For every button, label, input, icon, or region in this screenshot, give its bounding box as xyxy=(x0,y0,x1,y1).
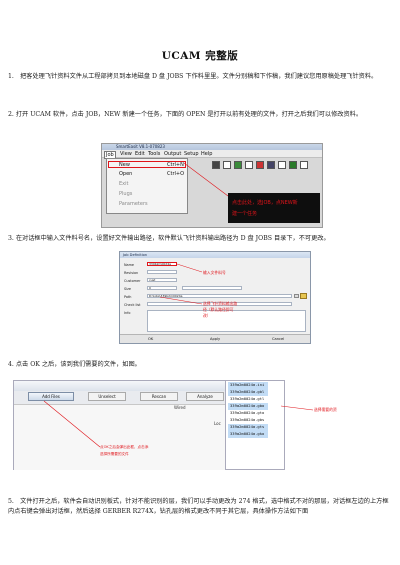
annotation-right: 选择需要的资 xyxy=(314,407,337,412)
annotation-arrow-right xyxy=(280,405,314,411)
paragraph-4: 4. 点击 OK 之后，该到我们需要的文件，如图。 xyxy=(8,361,141,368)
cancel-button[interactable]: Cancel xyxy=(272,337,284,341)
apply-button[interactable]: Apply xyxy=(210,337,220,341)
paragraph-3: 3. 在对话框中输入文件料号名，设置好文件输出路径，软件默认飞针资料输出路径为 … xyxy=(8,235,330,242)
annotation-name: 输入文件料号 xyxy=(203,270,226,275)
dialog-button-bar: OK Apply Cancel xyxy=(120,334,310,343)
annotation-path-line-3: 改） xyxy=(203,313,211,318)
annotation-box: 点击此处，选JOB，点NEW新 建一个任务 xyxy=(228,193,320,223)
annotation-line-2: 建一个任务 xyxy=(232,211,258,217)
paragraph-1: 1. 把客处理飞针资料文件从工程部拷贝到本地磁盘 D 盘 JOBS 下作料里里。… xyxy=(8,73,378,80)
screenshot-job-menu: SmartEasit V8.1-070823 Job View Edit Too… xyxy=(101,143,323,228)
annotation-line-1: 点击此处，选JOB，点NEW新 xyxy=(232,200,298,206)
ok-button[interactable]: OK xyxy=(148,337,153,341)
paragraph-5: 5. 文件打开之后，软件会自动识别板式，针对不能识别的层，我们可以手动更改为 2… xyxy=(8,498,389,515)
document-title: UCAM 完整版 xyxy=(161,50,239,62)
screenshot-add-files: Add Files Unselect Rescan Analyze Wired … xyxy=(13,380,390,470)
paragraph-2: 2. 打开 UCAM 软件，点击 JOB，NEW 新建一个任务，下面的 OPEN… xyxy=(8,111,363,118)
screenshot-job-definition: Job Definition Name 339b2m0024a Revision… xyxy=(119,251,311,344)
annotation-arrows xyxy=(159,263,203,305)
